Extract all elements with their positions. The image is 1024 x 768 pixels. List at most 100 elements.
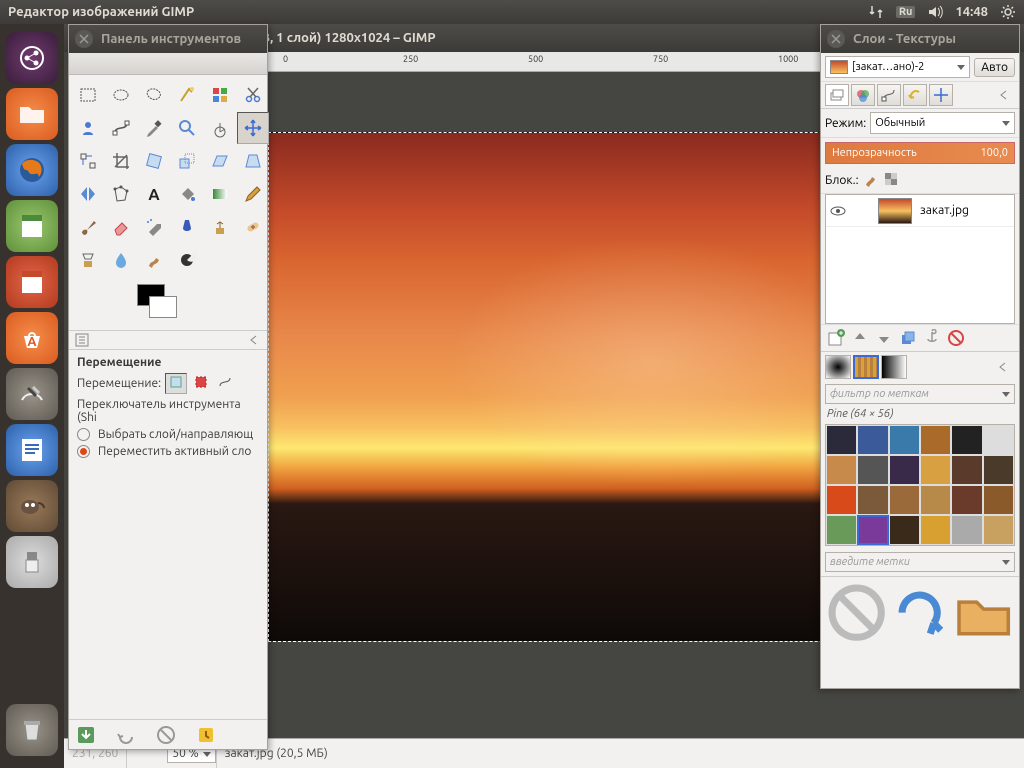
open-folder-icon[interactable] <box>952 581 1015 644</box>
eraser-tool[interactable] <box>105 211 137 243</box>
heal-tool[interactable] <box>237 211 269 243</box>
pattern-swatch[interactable] <box>951 455 982 485</box>
paths-tool[interactable] <box>105 112 137 144</box>
shear-tool[interactable] <box>204 145 236 177</box>
move-selection-icon[interactable] <box>191 374 211 393</box>
menu-arrow-icon[interactable] <box>996 360 1010 374</box>
clock[interactable]: 14:48 <box>955 5 988 19</box>
scale-tool[interactable] <box>171 145 203 177</box>
lock-alpha-icon[interactable] <box>883 171 899 190</box>
pattern-swatch[interactable] <box>951 425 982 455</box>
delete-options-icon[interactable] <box>155 724 177 746</box>
impress-launcher[interactable] <box>6 256 58 308</box>
pattern-swatch[interactable] <box>920 425 951 455</box>
pattern-swatch[interactable] <box>826 455 857 485</box>
prohibit-icon[interactable] <box>825 581 888 644</box>
save-options-icon[interactable] <box>75 724 97 746</box>
anchor-layer-icon[interactable] <box>923 329 941 347</box>
pattern-swatch[interactable] <box>826 425 857 455</box>
radio-move-active[interactable]: Переместить активный сло <box>69 443 267 460</box>
writer-launcher[interactable] <box>6 424 58 476</box>
pattern-swatch[interactable] <box>826 515 857 545</box>
eye-icon[interactable] <box>830 203 846 219</box>
pattern-swatch[interactable] <box>983 425 1014 455</box>
keyboard-indicator[interactable]: Ru <box>896 6 916 18</box>
close-icon[interactable] <box>827 30 845 48</box>
delete-layer-icon[interactable] <box>947 329 965 347</box>
layer-name[interactable]: закат.jpg <box>920 204 969 217</box>
zoom-tool[interactable] <box>171 112 203 144</box>
blend-tool[interactable] <box>204 178 236 210</box>
foreground-select-tool[interactable] <box>72 112 104 144</box>
tags-input[interactable]: введите метки <box>825 552 1015 572</box>
pattern-swatch[interactable] <box>889 455 920 485</box>
patterns-tab[interactable] <box>853 355 879 379</box>
pattern-swatch[interactable] <box>920 455 951 485</box>
color-select-tool[interactable] <box>204 79 236 111</box>
pattern-swatch[interactable] <box>951 515 982 545</box>
canvas[interactable] <box>268 72 820 738</box>
bucket-fill-tool[interactable] <box>171 178 203 210</box>
radio-pick-layer[interactable]: Выбрать слой/направляющ <box>69 426 267 443</box>
trash-launcher[interactable] <box>6 704 58 756</box>
arrow-left-icon[interactable] <box>247 333 261 347</box>
menu-arrow-icon[interactable] <box>997 88 1011 102</box>
options-icon[interactable] <box>75 333 89 347</box>
pattern-swatch[interactable] <box>826 485 857 515</box>
align-tool[interactable] <box>72 145 104 177</box>
pattern-swatch[interactable] <box>983 515 1014 545</box>
close-icon[interactable] <box>75 30 93 48</box>
gear-icon[interactable] <box>1000 4 1016 20</box>
software-launcher[interactable]: A <box>6 312 58 364</box>
gradients-tab[interactable] <box>881 355 907 379</box>
background-swatch[interactable] <box>149 296 177 318</box>
airbrush-tool[interactable] <box>138 211 170 243</box>
gimp-launcher[interactable] <box>6 480 58 532</box>
pattern-swatch[interactable] <box>951 485 982 515</box>
lock-pixels-icon[interactable] <box>863 171 879 190</box>
pattern-swatch[interactable] <box>857 455 888 485</box>
pattern-swatch[interactable] <box>857 485 888 515</box>
measure-tool[interactable] <box>204 112 236 144</box>
new-layer-icon[interactable] <box>827 329 845 347</box>
raise-layer-icon[interactable] <box>851 329 869 347</box>
files-launcher[interactable] <box>6 88 58 140</box>
fuzzy-select-tool[interactable] <box>171 79 203 111</box>
settings-launcher[interactable] <box>6 368 58 420</box>
color-picker-tool[interactable] <box>138 112 170 144</box>
smudge-tool[interactable] <box>138 244 170 276</box>
image-selector[interactable]: [закат…ано)-2 <box>825 56 970 78</box>
text-tool[interactable]: A <box>138 178 170 210</box>
paintbrush-tool[interactable] <box>72 211 104 243</box>
pattern-swatch[interactable] <box>920 485 951 515</box>
rect-select-tool[interactable] <box>72 79 104 111</box>
pattern-filter[interactable]: фильтр по меткам <box>825 384 1015 404</box>
auto-button[interactable]: Авто <box>974 58 1015 77</box>
layers-tab[interactable] <box>825 84 849 106</box>
pattern-swatch[interactable] <box>857 515 888 545</box>
network-icon[interactable] <box>868 4 884 20</box>
layer-row[interactable]: закат.jpg <box>826 195 1014 227</box>
ink-tool[interactable] <box>171 211 203 243</box>
canvas-image[interactable] <box>268 132 820 642</box>
duplicate-layer-icon[interactable] <box>899 329 917 347</box>
clone-tool[interactable] <box>204 211 236 243</box>
undo-tab[interactable] <box>903 84 927 106</box>
usb-launcher[interactable] <box>6 536 58 588</box>
mode-select[interactable]: Обычный <box>870 112 1015 134</box>
color-swatches[interactable] <box>69 280 267 330</box>
move-layer-icon[interactable] <box>165 373 187 394</box>
dash-button[interactable] <box>6 32 58 84</box>
flip-tool[interactable] <box>72 178 104 210</box>
firefox-launcher[interactable] <box>6 144 58 196</box>
restore-options-icon[interactable] <box>115 724 137 746</box>
cage-tool[interactable] <box>105 178 137 210</box>
pattern-swatch[interactable] <box>983 455 1014 485</box>
pattern-swatch[interactable] <box>889 515 920 545</box>
pattern-swatch[interactable] <box>889 485 920 515</box>
reset-options-icon[interactable] <box>195 724 217 746</box>
opacity-slider[interactable]: Непрозрачность 100,0 <box>825 142 1015 164</box>
sound-icon[interactable] <box>927 4 943 20</box>
refresh-icon[interactable] <box>888 581 951 644</box>
channels-tab[interactable] <box>851 84 875 106</box>
